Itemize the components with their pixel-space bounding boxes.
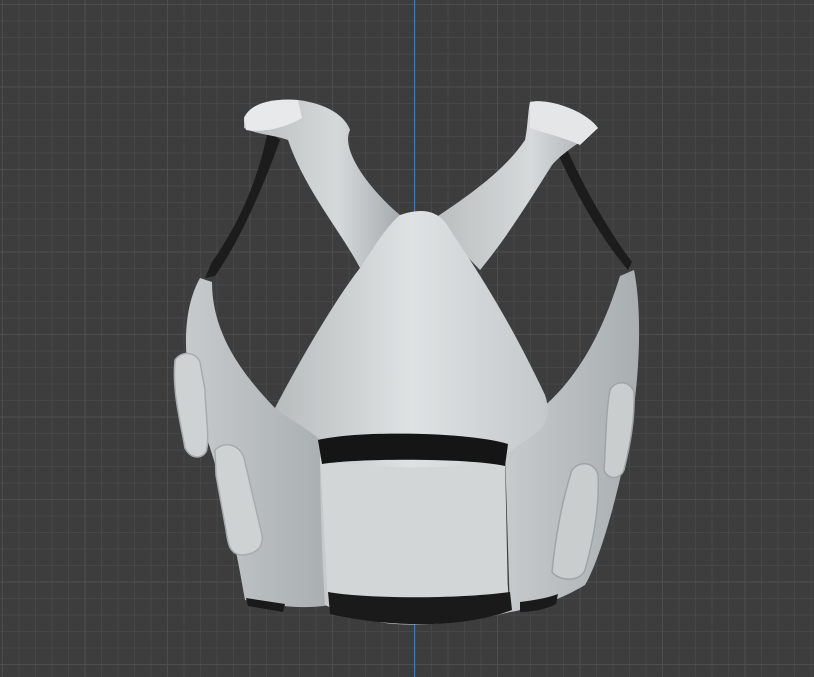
lower-front-apron [320,458,508,614]
3d-viewport[interactable] [0,0,814,677]
right-pocket-upper [603,382,635,479]
left-shoulder-cord [205,130,280,278]
vest-model[interactable] [0,0,814,677]
